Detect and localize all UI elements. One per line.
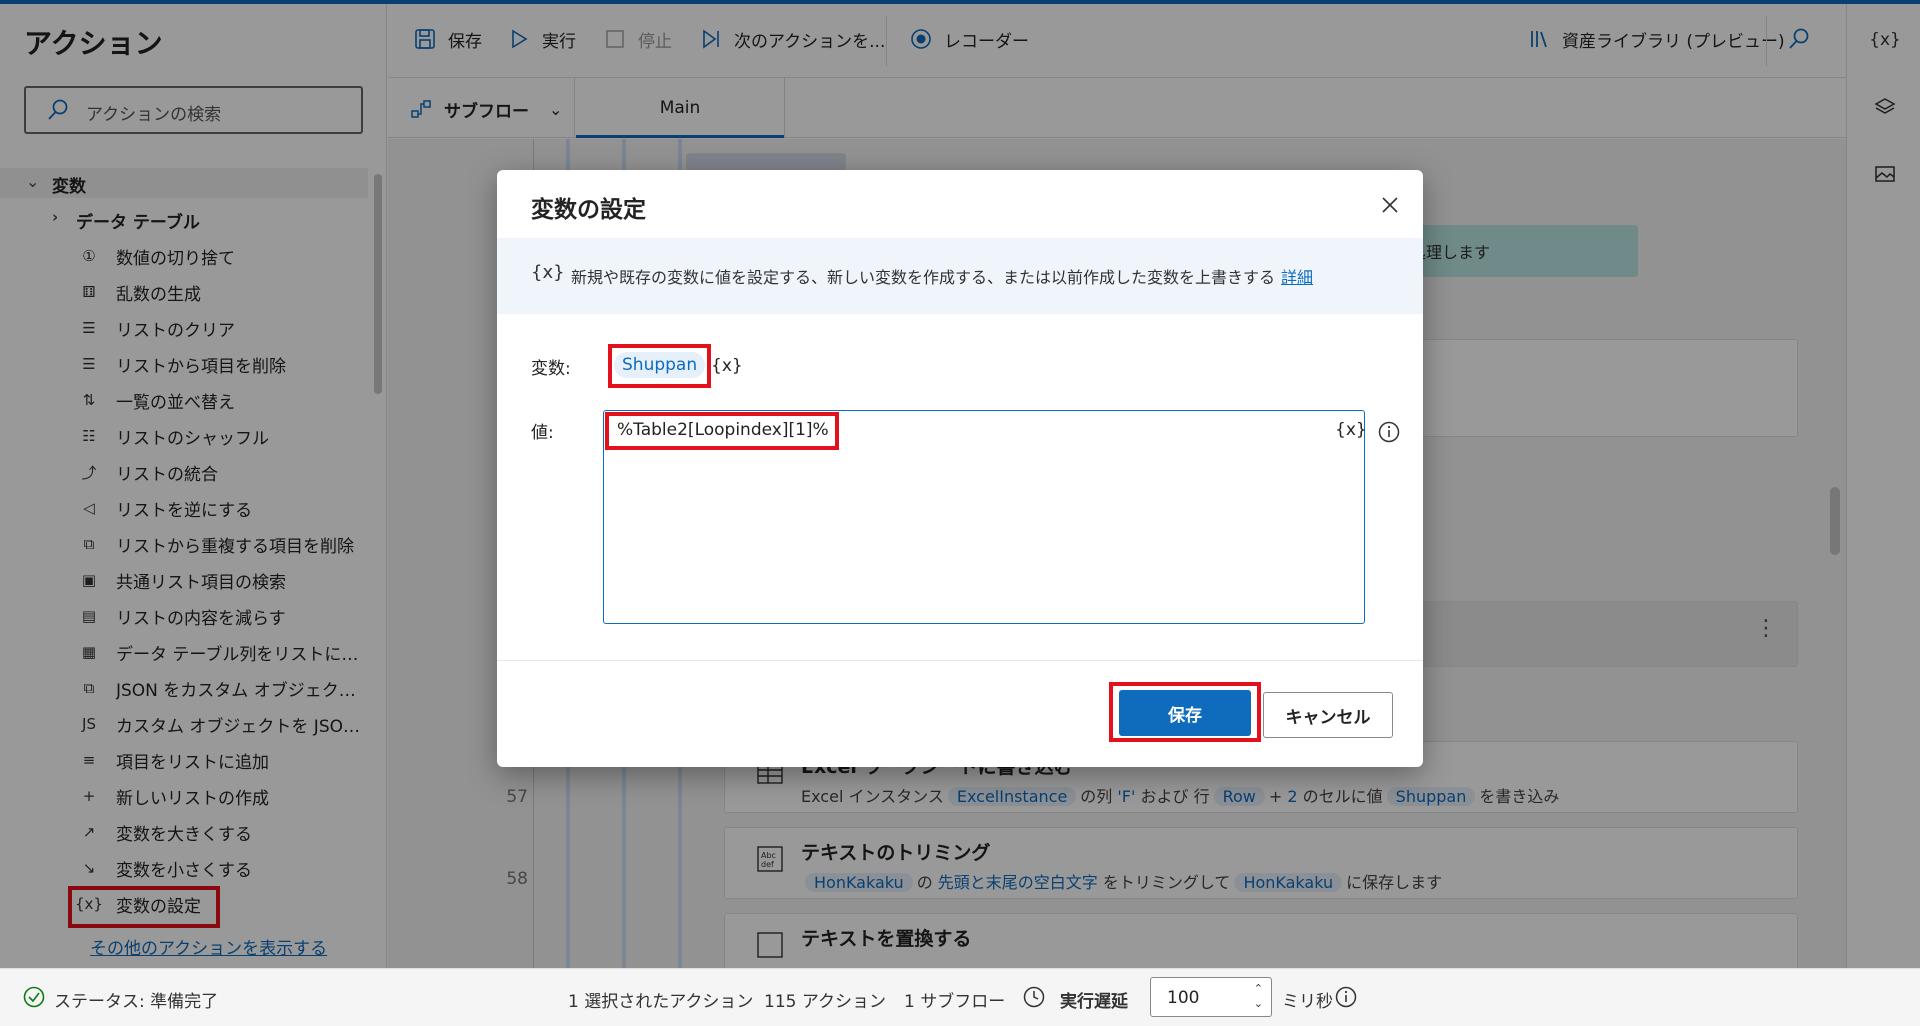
set-variable-dialog: 変数の設定 {x} 新規や既存の変数に値を設定する、新しい変数を作成する、または…: [497, 170, 1423, 767]
cancel-button[interactable]: キャンセル: [1263, 692, 1393, 738]
close-icon[interactable]: [1375, 190, 1405, 220]
spinner-icon[interactable]: ⌃ ⌄: [1254, 981, 1263, 1011]
details-link[interactable]: 詳細: [1281, 268, 1313, 287]
value-label: 値:: [531, 423, 554, 443]
variable-picker-icon[interactable]: {x}: [711, 356, 743, 376]
variable-icon: {x}: [531, 262, 565, 283]
status-text: ステータス: 準備完了: [54, 992, 219, 1012]
divider: [497, 660, 1423, 661]
info-icon[interactable]: [1377, 420, 1401, 444]
delay-label: 実行遅延: [1060, 992, 1128, 1012]
dialog-info-banner: {x} 新規や既存の変数に値を設定する、新しい変数を作成する、または以前作成した…: [497, 238, 1423, 314]
delay-unit: ミリ秒: [1282, 992, 1333, 1012]
dialog-title: 変数の設定: [531, 197, 646, 223]
info-text: 新規や既存の変数に値を設定する、新しい変数を作成する、または以前作成した変数を上…: [571, 268, 1314, 287]
value-picker-icon[interactable]: {x}: [1335, 420, 1367, 440]
info-icon[interactable]: [1334, 985, 1358, 1009]
delay-value: 100: [1167, 988, 1200, 1008]
subflow-count: 1 サブフロー: [904, 992, 1006, 1012]
selected-count: 1 選択されたアクション: [568, 992, 754, 1012]
variable-label: 変数:: [531, 359, 571, 379]
value-text: %Table2[Loopindex][1]%: [617, 420, 829, 440]
clock-icon: [1022, 985, 1046, 1009]
status-bar: ステータス: 準備完了 1 選択されたアクション 115 アクション 1 サブフ…: [0, 968, 1920, 1026]
delay-input[interactable]: 100 ⌃ ⌄: [1150, 977, 1272, 1017]
save-button[interactable]: 保存: [1119, 690, 1251, 736]
action-count: 115 アクション: [764, 992, 887, 1012]
check-circle-icon: [22, 985, 46, 1009]
variable-chip[interactable]: Shuppan: [614, 352, 706, 378]
